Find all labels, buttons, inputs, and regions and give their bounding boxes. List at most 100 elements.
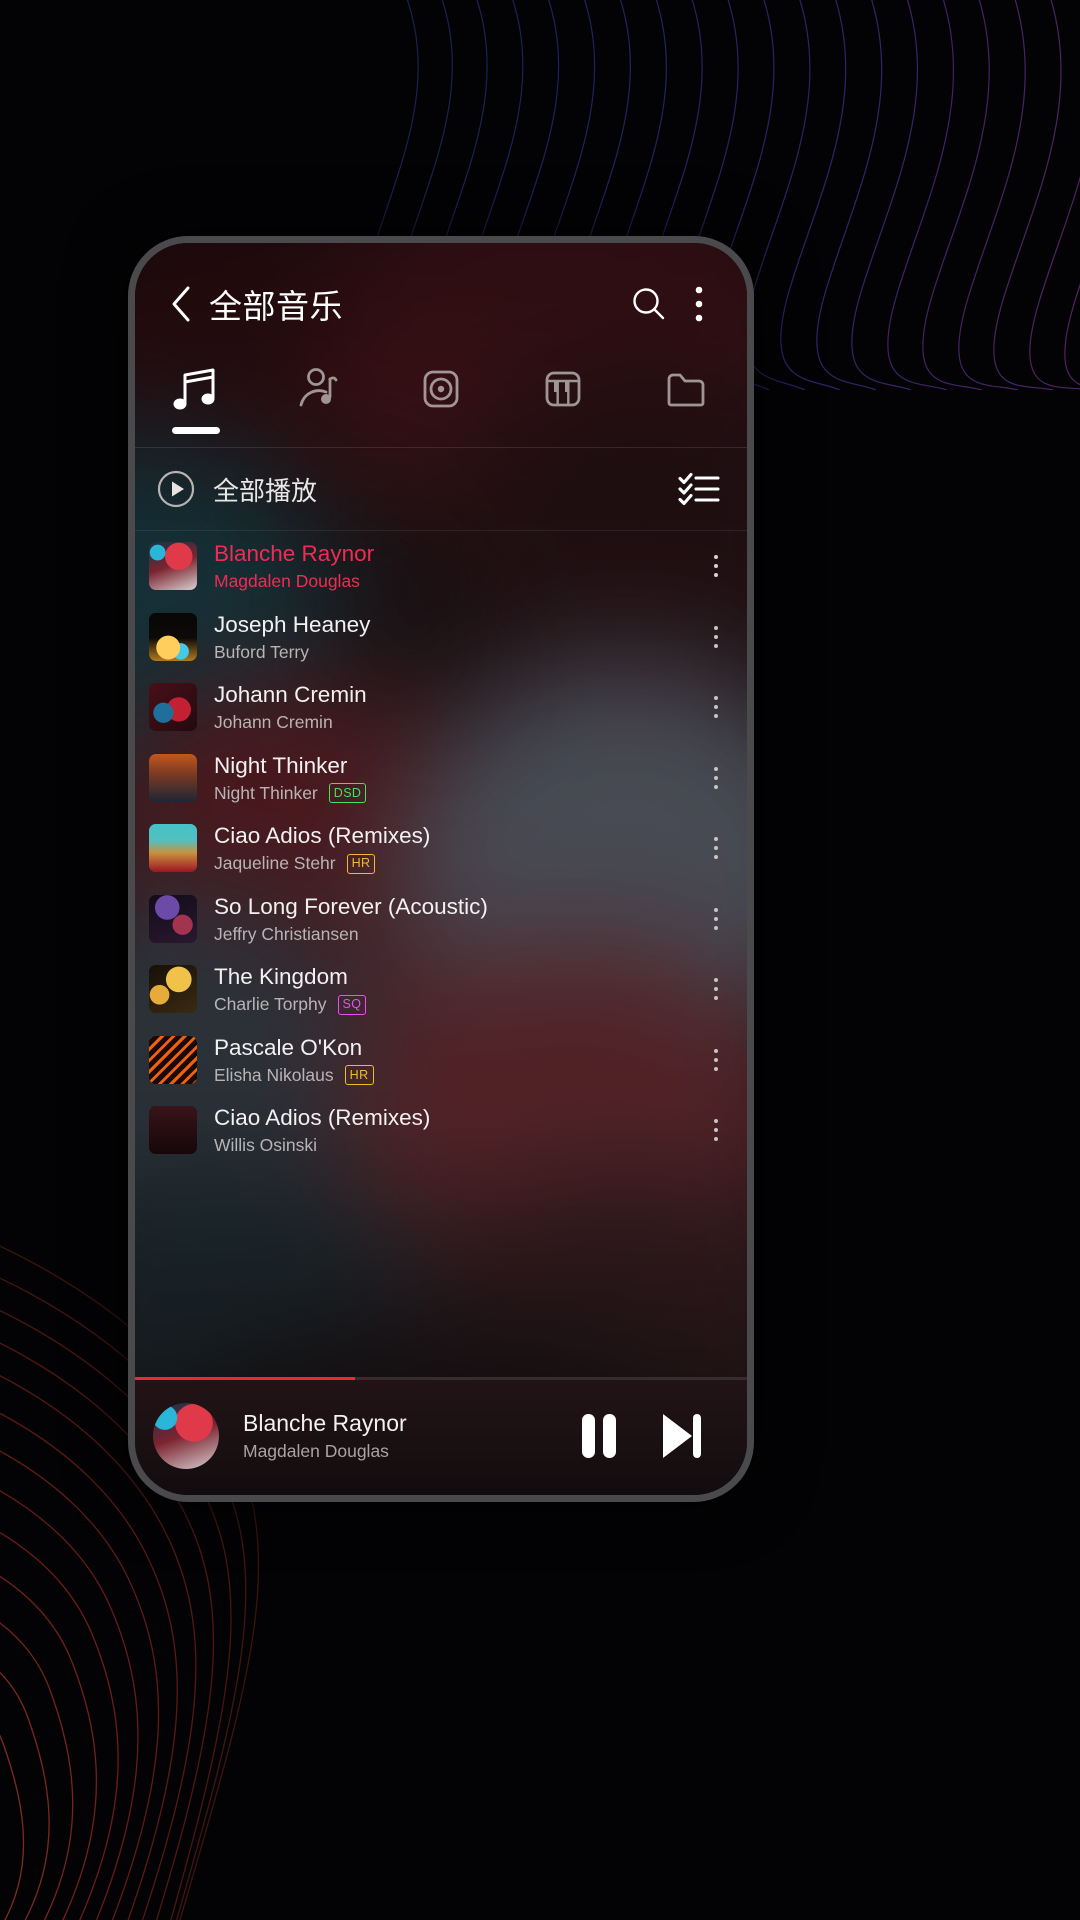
song-overflow-button[interactable] (693, 537, 739, 595)
song-artist: Buford Terry (214, 641, 309, 662)
mini-player-album-art[interactable] (153, 1403, 219, 1469)
song-title: Johann Cremin (214, 682, 367, 708)
song-list[interactable]: Blanche Raynor Magdalen Douglas Joseph H… (135, 531, 747, 1377)
song-artist: Night Thinker (214, 782, 318, 803)
overflow-menu-button[interactable] (677, 276, 721, 332)
song-row[interactable]: Blanche Raynor Magdalen Douglas (135, 531, 747, 602)
song-row[interactable]: So Long Forever (Acoustic) Jeffry Christ… (135, 884, 747, 955)
tab-folders[interactable] (625, 361, 747, 447)
tab-active-indicator (172, 427, 221, 434)
pause-icon (582, 1414, 616, 1458)
next-track-button[interactable] (643, 1398, 719, 1474)
song-meta: Joseph Heaney Buford Terry (214, 611, 693, 663)
song-title: Night Thinker (214, 752, 348, 778)
tab-genres[interactable] (502, 361, 624, 447)
song-artist: Jaqueline Stehr (214, 853, 336, 874)
song-subline: Johann Cremin (214, 712, 693, 733)
song-artist: Charlie Torphy (214, 994, 327, 1015)
mini-player-title: Blanche Raynor (243, 1410, 407, 1436)
quality-badge: DSD (328, 783, 367, 804)
album-disc-icon (416, 367, 466, 418)
song-overflow-button[interactable] (693, 678, 739, 736)
song-overflow-button[interactable] (693, 1101, 739, 1159)
album-art (149, 1106, 197, 1155)
song-artist: Willis Osinski (214, 1135, 318, 1156)
album-art (149, 542, 197, 591)
piano-icon (538, 367, 588, 418)
song-row[interactable]: Ciao Adios (Remixes) Jaqueline Stehr HR (135, 813, 747, 884)
song-subline: Elisha Nikolaus HR (214, 1065, 693, 1086)
play-all-label: 全部播放 (213, 476, 318, 507)
song-title: So Long Forever (Acoustic) (214, 893, 488, 919)
song-meta: Blanche Raynor Magdalen Douglas (214, 540, 693, 592)
album-art (149, 753, 197, 802)
album-art (149, 1035, 197, 1084)
song-row[interactable]: Johann Cremin Johann Cremin (135, 672, 747, 743)
song-overflow-button[interactable] (693, 1031, 739, 1089)
song-overflow-button[interactable] (693, 608, 739, 666)
artist-icon (294, 367, 344, 418)
song-meta: Ciao Adios (Remixes) Jaqueline Stehr HR (214, 822, 693, 874)
overflow-menu-icon (695, 286, 703, 322)
song-artist: Johann Cremin (214, 712, 333, 733)
song-subline: Jeffry Christiansen (214, 924, 693, 945)
next-track-icon (663, 1414, 701, 1458)
search-button[interactable] (621, 276, 677, 332)
song-row[interactable]: Ciao Adios (Remixes) Willis Osinski (135, 1095, 747, 1166)
song-subline: Buford Terry (214, 642, 693, 663)
song-meta: So Long Forever (Acoustic) Jeffry Christ… (214, 893, 693, 945)
mini-player-artist: Magdalen Douglas (243, 1441, 389, 1461)
album-art (149, 824, 197, 873)
music-note-icon (171, 367, 221, 418)
folder-icon (661, 367, 711, 418)
quality-badge: HR (344, 1065, 374, 1086)
song-row[interactable]: The Kingdom Charlie Torphy SQ (135, 954, 747, 1025)
phone-frame: 全部音乐 全部播放 Blanche Raynor Magdalen Dougla… (128, 236, 754, 1502)
song-meta: Pascale O'Kon Elisha Nikolaus HR (214, 1034, 693, 1086)
play-all-button[interactable]: 全部播放 (157, 470, 317, 508)
song-title: Blanche Raynor (214, 541, 375, 567)
mini-player[interactable]: Blanche Raynor Magdalen Douglas (135, 1377, 747, 1495)
album-art (149, 683, 197, 732)
pause-button[interactable] (561, 1398, 637, 1474)
song-subline: Night Thinker DSD (214, 783, 693, 804)
play-all-divider (135, 530, 747, 531)
song-meta: Ciao Adios (Remixes) Willis Osinski (214, 1104, 693, 1156)
song-artist: Jeffry Christiansen (214, 923, 359, 944)
album-art (149, 894, 197, 943)
tab-artists[interactable] (257, 361, 379, 447)
tab-albums[interactable] (380, 361, 502, 447)
song-row[interactable]: Pascale O'Kon Elisha Nikolaus HR (135, 1025, 747, 1096)
song-meta: Night Thinker Night Thinker DSD (214, 752, 693, 804)
play-all-row[interactable]: 全部播放 (135, 448, 747, 530)
quality-badge: SQ (337, 994, 367, 1015)
page-title: 全部音乐 (209, 287, 343, 326)
song-meta: The Kingdom Charlie Torphy SQ (214, 963, 693, 1015)
song-meta: Johann Cremin Johann Cremin (214, 681, 693, 733)
song-artist: Magdalen Douglas (214, 571, 360, 592)
play-circle-icon (157, 470, 195, 508)
song-title: Ciao Adios (Remixes) (214, 823, 431, 849)
album-art (149, 612, 197, 661)
song-overflow-button[interactable] (693, 960, 739, 1018)
song-subline: Jaqueline Stehr HR (214, 853, 693, 874)
song-overflow-button[interactable] (693, 749, 739, 807)
song-row[interactable]: Night Thinker Night Thinker DSD (135, 743, 747, 814)
album-art (149, 965, 197, 1014)
song-subline: Magdalen Douglas (214, 571, 693, 592)
quality-badge: HR (346, 853, 376, 874)
song-overflow-button[interactable] (693, 819, 739, 877)
tab-bar (135, 361, 747, 447)
song-subline: Charlie Torphy SQ (214, 994, 693, 1015)
song-row[interactable]: Joseph Heaney Buford Terry (135, 602, 747, 673)
multiselect-button[interactable] (673, 463, 725, 515)
playback-progress-track[interactable] (135, 1377, 747, 1380)
song-overflow-button[interactable] (693, 890, 739, 948)
song-artist: Elisha Nikolaus (214, 1064, 334, 1085)
checklist-icon (678, 472, 720, 506)
mini-player-meta: Blanche Raynor Magdalen Douglas (243, 1410, 561, 1462)
back-button[interactable] (159, 282, 203, 326)
song-title: Joseph Heaney (214, 611, 371, 637)
tab-songs[interactable] (135, 361, 257, 447)
song-title: Ciao Adios (Remixes) (214, 1105, 431, 1131)
